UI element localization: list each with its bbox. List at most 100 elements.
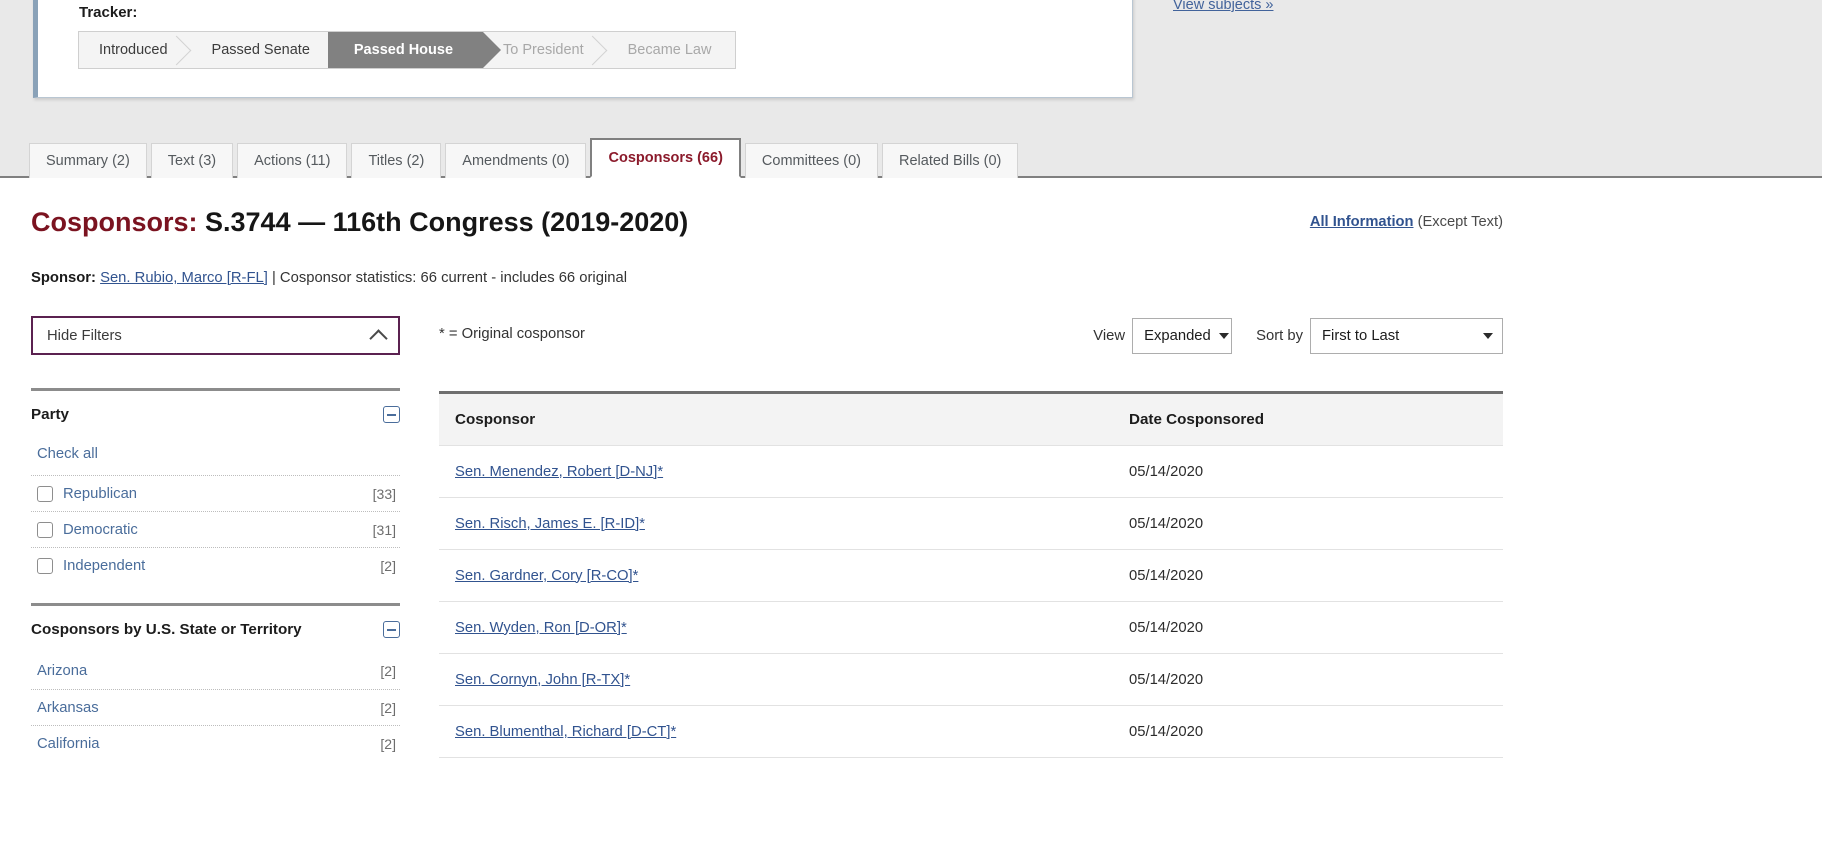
view-sort-controls: View Expanded Sort by First to Last <box>1093 318 1503 354</box>
bill-tabs: Summary (2) Text (3) Actions (11) Titles… <box>0 137 1822 178</box>
facet-row-california[interactable]: California [2] <box>31 725 400 761</box>
facet-count-republican: [33] <box>372 485 396 502</box>
collapse-minus-icon[interactable] <box>383 621 400 638</box>
tab-related-bills[interactable]: Related Bills (0) <box>882 143 1019 178</box>
sponsor-line: Sponsor: Sen. Rubio, Marco [R-FL] | Cosp… <box>31 270 627 286</box>
collapse-minus-icon[interactable] <box>383 406 400 423</box>
tab-titles[interactable]: Titles (2) <box>351 143 442 178</box>
facet-row-republican[interactable]: Republican [33] <box>31 475 400 511</box>
table-cell-date: 05/14/2020 <box>1129 671 1204 688</box>
table-cell-cosponsor: Sen. Gardner, Cory [R-CO]* <box>439 567 1129 585</box>
tab-text[interactable]: Text (3) <box>150 143 234 178</box>
facet-count-arizona: [2] <box>380 663 396 679</box>
original-cosponsor-note: * = Original cosponsor <box>439 326 585 342</box>
facet-label-arkansas[interactable]: Arkansas <box>37 700 99 716</box>
facet-row-democratic[interactable]: Democratic [31] <box>31 511 400 547</box>
chevron-down-icon <box>1218 333 1229 339</box>
tracker-step-to-president[interactable]: To President <box>483 32 608 68</box>
cosponsor-link[interactable]: Sen. Blumenthal, Richard [D-CT]* <box>455 724 676 740</box>
facet-state-header: Cosponsors by U.S. State or Territory <box>31 606 400 653</box>
facet-row-arkansas[interactable]: Arkansas [2] <box>31 689 400 725</box>
facet-party: Party Check all Republican [33] Democrat… <box>31 388 400 583</box>
table-cell-date: 05/14/2020 <box>1129 619 1204 636</box>
chevron-up-icon <box>369 328 388 348</box>
tracker-step-label: Became Law <box>627 42 712 58</box>
chevron-right-icon <box>175 32 193 68</box>
facet-label-independent[interactable]: Independent <box>63 558 145 574</box>
facet-row-arizona[interactable]: Arizona [2] <box>31 653 400 689</box>
tracker-label: Tracker: <box>79 4 138 21</box>
column-header-cosponsor: Cosponsor <box>455 411 536 428</box>
table-cell-date: 05/14/2020 <box>1129 515 1204 532</box>
tab-cosponsors[interactable]: Cosponsors (66) <box>590 138 741 178</box>
page-title-lead: Cosponsors: <box>31 207 198 237</box>
page-title-rest: S.3744 — 116th Congress (2019-2020) <box>197 207 689 237</box>
table-row: Sen. Gardner, Cory [R-CO]* 05/14/2020 <box>439 550 1503 602</box>
table-cell-cosponsor: Sen. Menendez, Robert [D-NJ]* <box>439 463 1129 481</box>
facet-label-arizona[interactable]: Arizona <box>37 663 87 679</box>
all-information-link[interactable]: All Information <box>1310 214 1414 230</box>
facet-count-california: [2] <box>380 735 396 752</box>
facet-row-independent[interactable]: Independent [2] <box>31 547 400 583</box>
hide-filters-button[interactable]: Hide Filters <box>31 316 400 355</box>
tab-committees[interactable]: Committees (0) <box>744 143 879 178</box>
table-cell-cosponsor: Sen. Risch, James E. [R-ID]* <box>439 515 1129 533</box>
tracker-step-label: Passed House <box>353 42 454 58</box>
table-cell-cosponsor: Sen. Blumenthal, Richard [D-CT]* <box>439 723 1129 741</box>
tracker-step-became-law[interactable]: Became Law <box>607 32 736 68</box>
table-row: Sen. Wyden, Ron [D-OR]* 05/14/2020 <box>439 602 1503 654</box>
sort-by-select-value: First to Last <box>1322 328 1400 344</box>
bill-progress-tracker: Introduced Passed Senate Passed House To… <box>78 31 737 69</box>
cosponsor-link[interactable]: Sen. Gardner, Cory [R-CO]* <box>455 568 638 584</box>
facet-count-democratic: [31] <box>372 521 396 538</box>
chevron-down-icon <box>1483 333 1493 339</box>
facet-row-left: Republican <box>37 485 137 502</box>
table-cell-date: 05/14/2020 <box>1129 723 1204 740</box>
table-row: Sen. Menendez, Robert [D-NJ]* 05/14/2020 <box>439 446 1503 498</box>
facet-party-title: Party <box>31 406 69 423</box>
checkbox-independent[interactable] <box>37 557 53 574</box>
facet-row-left: Democratic <box>37 521 138 538</box>
tracker-step-label: Introduced <box>99 42 168 58</box>
cosponsor-link[interactable]: Sen. Menendez, Robert [D-NJ]* <box>455 464 663 480</box>
sponsor-link[interactable]: Sen. Rubio, Marco [R-FL] <box>100 270 268 286</box>
checkbox-republican[interactable] <box>37 485 53 502</box>
cosponsors-table: Cosponsor Date Cosponsored Sen. Menendez… <box>439 391 1503 758</box>
tab-actions[interactable]: Actions (11) <box>237 143 348 178</box>
tab-amendments[interactable]: Amendments (0) <box>445 143 587 178</box>
sort-by-select[interactable]: First to Last <box>1310 318 1503 354</box>
sort-by-label: Sort by <box>1256 328 1303 344</box>
tracker-step-passed-house[interactable]: Passed House <box>309 32 502 68</box>
cosponsor-statistics: | Cosponsor statistics: 66 current - inc… <box>267 270 627 286</box>
view-select[interactable]: Expanded <box>1132 318 1233 354</box>
table-cell-date: 05/14/2020 <box>1129 567 1204 584</box>
tracker-step-introduced[interactable]: Introduced <box>79 32 192 68</box>
table-row: Sen. Blumenthal, Richard [D-CT]* 05/14/2… <box>439 706 1503 758</box>
check-all-party-link[interactable]: Check all <box>31 438 400 475</box>
view-subjects-link[interactable]: View subjects » <box>1173 0 1273 13</box>
table-header-row: Cosponsor Date Cosponsored <box>439 391 1503 446</box>
hide-filters-label: Hide Filters <box>47 327 122 344</box>
cosponsor-link[interactable]: Sen. Wyden, Ron [D-OR]* <box>455 620 627 636</box>
facet-state-title: Cosponsors by U.S. State or Territory <box>31 621 302 638</box>
tracker-step-label: To President <box>503 42 584 58</box>
tracker-card: Tracker: Introduced Passed Senate Passed… <box>33 0 1133 98</box>
facet-label-california[interactable]: California <box>37 736 100 752</box>
chevron-right-icon <box>591 32 609 68</box>
cosponsor-link[interactable]: Sen. Cornyn, John [R-TX]* <box>455 672 630 688</box>
facet-count-arkansas: [2] <box>380 699 396 716</box>
view-select-value: Expanded <box>1144 328 1211 344</box>
view-label: View <box>1093 328 1126 344</box>
table-row: Sen. Cornyn, John [R-TX]* 05/14/2020 <box>439 654 1503 706</box>
column-header-date: Date Cosponsored <box>1129 411 1265 428</box>
cosponsor-link[interactable]: Sen. Risch, James E. [R-ID]* <box>455 516 645 532</box>
checkbox-democratic[interactable] <box>37 521 53 538</box>
facet-label-democratic[interactable]: Democratic <box>63 522 138 538</box>
tab-summary[interactable]: Summary (2) <box>29 143 147 178</box>
table-row: Sen. Risch, James E. [R-ID]* 05/14/2020 <box>439 498 1503 550</box>
all-information: All Information (Except Text) <box>1310 214 1503 230</box>
facet-count-independent: [2] <box>380 557 396 574</box>
table-cell-cosponsor: Sen. Wyden, Ron [D-OR]* <box>439 619 1129 637</box>
facet-label-republican[interactable]: Republican <box>63 486 137 502</box>
page-title: Cosponsors: S.3744 — 116th Congress (201… <box>31 207 688 238</box>
